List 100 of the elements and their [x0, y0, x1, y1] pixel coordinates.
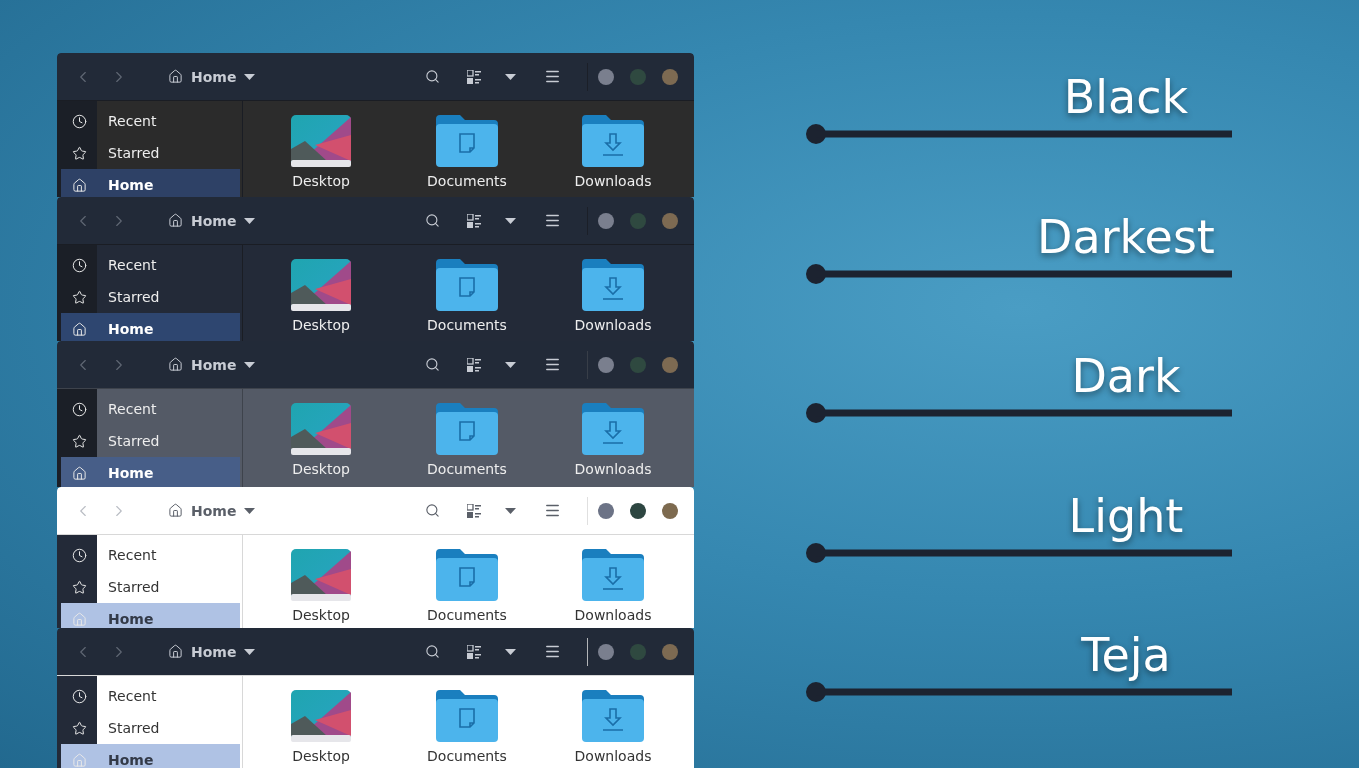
sidebar-item[interactable]: Home [61, 603, 240, 628]
sidebar-item[interactable]: Home [61, 313, 240, 341]
window-control-button[interactable] [662, 502, 678, 519]
home-icon [168, 69, 183, 84]
star-icon [71, 720, 87, 736]
clock-icon [71, 401, 87, 417]
home-icon [168, 644, 183, 659]
file-name[interactable]: Desktop [292, 317, 350, 333]
file-name[interactable]: Downloads [574, 461, 652, 477]
star-icon [71, 579, 87, 595]
variant-label: Teja [1080, 628, 1172, 683]
sidebar-item[interactable]: Home [61, 169, 240, 197]
sidebar-item[interactable]: Recent [61, 105, 240, 137]
variant-label: Black [1062, 70, 1190, 124]
file-name[interactable]: Desktop [292, 748, 350, 764]
caret-icon [504, 648, 516, 655]
desktop-folder-icon [291, 690, 351, 742]
window-control-button[interactable] [598, 502, 614, 519]
sidebar-item[interactable]: Recent [61, 249, 240, 281]
search-icon [424, 644, 440, 659]
desktop-folder-icon [291, 259, 351, 311]
search-icon [424, 213, 440, 228]
file-name[interactable]: Downloads [574, 607, 652, 623]
sidebar-item[interactable]: Starred [61, 571, 240, 603]
download-folder-icon [582, 549, 644, 601]
sidebar-item[interactable]: Recent [61, 680, 240, 712]
clock-icon [71, 257, 87, 273]
file-name[interactable]: Downloads [574, 173, 652, 189]
desktop-folder-icon [291, 403, 351, 455]
document-folder-icon [436, 403, 498, 455]
menu-icon [543, 502, 561, 519]
home-icon [168, 213, 183, 228]
desktop-folder-icon [291, 549, 351, 601]
caret-icon [504, 361, 516, 368]
download-folder-icon [582, 403, 644, 455]
file-name[interactable]: Documents [427, 748, 507, 764]
clock-icon [71, 688, 87, 704]
download-folder-icon [582, 690, 644, 742]
star-icon [71, 289, 87, 305]
search-icon [424, 357, 440, 372]
path-button[interactable]: Home [168, 68, 237, 85]
path-button[interactable]: Home [168, 212, 237, 229]
desktop-folder-icon [291, 115, 351, 167]
path-button[interactable]: Home [168, 502, 237, 519]
clock-icon [71, 547, 87, 563]
menu-icon [543, 643, 561, 660]
caret-icon [244, 217, 256, 224]
sidebar-item[interactable]: Starred [61, 281, 240, 313]
home-icon [71, 177, 87, 193]
file-name[interactable]: Documents [427, 461, 507, 477]
list-view-icon [467, 503, 481, 518]
file-name[interactable]: Downloads [574, 748, 652, 764]
sidebar-item[interactable]: Recent [61, 393, 240, 425]
home-icon [71, 321, 87, 337]
star-icon [71, 433, 87, 449]
list-view-icon [467, 357, 481, 372]
sidebar-item[interactable]: Starred [61, 425, 240, 457]
menu-icon [543, 68, 561, 85]
file-name[interactable]: Desktop [292, 461, 350, 477]
file-name[interactable]: Documents [427, 173, 507, 189]
document-folder-icon [436, 259, 498, 311]
download-folder-icon [582, 259, 644, 311]
variant-label: Dark [1070, 349, 1182, 404]
document-folder-icon [436, 549, 498, 601]
caret-icon [244, 73, 256, 80]
caret-icon [504, 217, 516, 224]
menu-icon [543, 212, 561, 229]
download-folder-icon [582, 115, 644, 167]
caret-icon [244, 648, 256, 655]
path-button[interactable]: Home [168, 356, 237, 373]
file-name[interactable]: Downloads [574, 317, 652, 333]
file-name[interactable]: Desktop [292, 607, 350, 623]
variant-label: Light [1067, 488, 1185, 543]
sidebar-item[interactable]: Home [61, 457, 240, 487]
caret-icon [504, 73, 516, 80]
sidebar-item[interactable]: Home [61, 744, 240, 768]
sidebar-item[interactable]: Recent [61, 539, 240, 571]
star-icon [71, 145, 87, 161]
document-folder-icon [436, 115, 498, 167]
search-icon [424, 503, 440, 518]
path-button[interactable]: Home [168, 643, 237, 660]
home-icon [71, 465, 87, 481]
sidebar-item[interactable]: Starred [61, 137, 240, 169]
list-view-icon [467, 644, 481, 659]
search-icon [424, 69, 440, 84]
list-view-icon [467, 69, 481, 84]
caret-icon [504, 507, 516, 514]
caret-icon [244, 361, 256, 368]
file-name[interactable]: Documents [427, 317, 507, 333]
home-icon [168, 503, 183, 518]
variant-label: Darkest [1036, 209, 1216, 264]
home-icon [168, 357, 183, 372]
file-name[interactable]: Documents [427, 607, 507, 623]
caret-icon [244, 507, 256, 514]
file-name[interactable]: Desktop [292, 173, 350, 189]
sidebar-item[interactable]: Starred [61, 712, 240, 744]
menu-icon [543, 356, 561, 373]
list-view-icon [467, 213, 481, 228]
clock-icon [71, 113, 87, 129]
window-control-button[interactable] [630, 502, 646, 519]
